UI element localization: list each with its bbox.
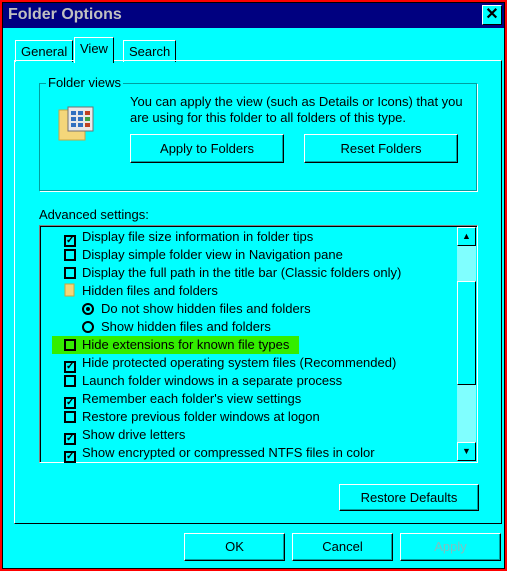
- folder-views-description: You can apply the view (such as Details …: [130, 94, 463, 125]
- setting-item[interactable]: Launch folder windows in a separate proc…: [64, 372, 342, 390]
- advanced-settings-list[interactable]: ▲ ▼ ✓ Display file size information in fo…: [39, 225, 478, 463]
- close-icon[interactable]: ✕: [482, 5, 502, 25]
- setting-label: Display the full path in the title bar (…: [82, 265, 402, 280]
- setting-item[interactable]: Display simple folder view in Navigation…: [64, 246, 343, 264]
- checkbox-icon[interactable]: [64, 339, 76, 351]
- radio-icon[interactable]: [82, 321, 94, 333]
- title-bar: Folder Options ✕: [3, 3, 504, 28]
- setting-label: Launch folder windows in a separate proc…: [82, 373, 343, 388]
- restore-defaults-button[interactable]: Restore Defaults: [339, 484, 479, 511]
- setting-label: Show encrypted or compressed NTFS files …: [82, 445, 375, 460]
- tab-general[interactable]: General: [15, 40, 74, 62]
- checkbox-checked-icon[interactable]: ✓: [64, 451, 76, 463]
- reset-folders-button[interactable]: Reset Folders: [304, 134, 458, 163]
- advanced-settings-label: Advanced settings:: [39, 207, 149, 222]
- apply-button: Apply: [400, 533, 501, 561]
- scroll-down-icon[interactable]: ▼: [457, 442, 476, 461]
- setting-label: Hide extensions for known file types: [82, 337, 290, 352]
- window-title: Folder Options: [8, 6, 122, 23]
- cancel-button[interactable]: Cancel: [292, 533, 393, 561]
- scrollbar[interactable]: ▲ ▼: [457, 227, 476, 461]
- setting-label: Display simple folder view in Navigation…: [82, 247, 343, 262]
- setting-item[interactable]: Do not show hidden files and folders: [82, 300, 311, 318]
- setting-label: Show hidden files and folders: [101, 319, 271, 334]
- setting-item[interactable]: ✓ Hide protected operating system files (…: [64, 354, 397, 373]
- setting-label: Display file size information in folder …: [82, 229, 314, 244]
- apply-to-folders-button[interactable]: Apply to Folders: [130, 134, 284, 163]
- setting-label: Show drive letters: [82, 427, 186, 442]
- radio-selected-icon[interactable]: [82, 303, 94, 315]
- folder-views-group: Folder views You can apply the view (suc…: [39, 75, 477, 191]
- setting-label: Remember each folder's view settings: [82, 391, 302, 406]
- setting-label: Restore previous folder windows at logon: [82, 409, 320, 424]
- checkbox-icon[interactable]: [64, 267, 76, 279]
- setting-label: Do not show hidden files and folders: [101, 301, 311, 316]
- setting-item[interactable]: Display the full path in the title bar (…: [64, 264, 401, 282]
- ok-button[interactable]: OK: [184, 533, 285, 561]
- folder-options-dialog: Folder Options ✕ General View Search Fol…: [2, 2, 505, 569]
- folder-views-label: Folder views: [46, 75, 123, 90]
- checkbox-icon[interactable]: [64, 375, 76, 387]
- setting-item[interactable]: Restore previous folder windows at logon: [64, 408, 320, 426]
- setting-item[interactable]: ✓ Show drive letters: [64, 426, 186, 445]
- checkbox-icon[interactable]: [64, 249, 76, 261]
- setting-item[interactable]: ✓ Remember each folder's view settings: [64, 390, 302, 409]
- checkbox-icon[interactable]: [64, 411, 76, 423]
- scrollbar-thumb[interactable]: [457, 281, 476, 385]
- setting-item[interactable]: Hide extensions for known file types: [52, 336, 300, 354]
- scroll-up-icon[interactable]: ▲: [457, 227, 476, 246]
- tab-view[interactable]: View: [74, 37, 114, 63]
- setting-item[interactable]: ✓ Display file size information in folder…: [64, 228, 314, 247]
- setting-item[interactable]: Show hidden files and folders: [82, 318, 271, 336]
- setting-label: Hide protected operating system files (R…: [82, 355, 397, 370]
- folder-view-icon: [58, 106, 94, 141]
- tab-search[interactable]: Search: [123, 40, 177, 62]
- setting-item: Hidden files and folders: [64, 282, 218, 300]
- view-tab-panel: Folder views You can apply the view (suc…: [14, 60, 502, 524]
- setting-label: Hidden files and folders: [82, 283, 218, 298]
- setting-item[interactable]: ✓ Show encrypted or compressed NTFS files…: [64, 444, 375, 463]
- folder-icon: [64, 283, 82, 298]
